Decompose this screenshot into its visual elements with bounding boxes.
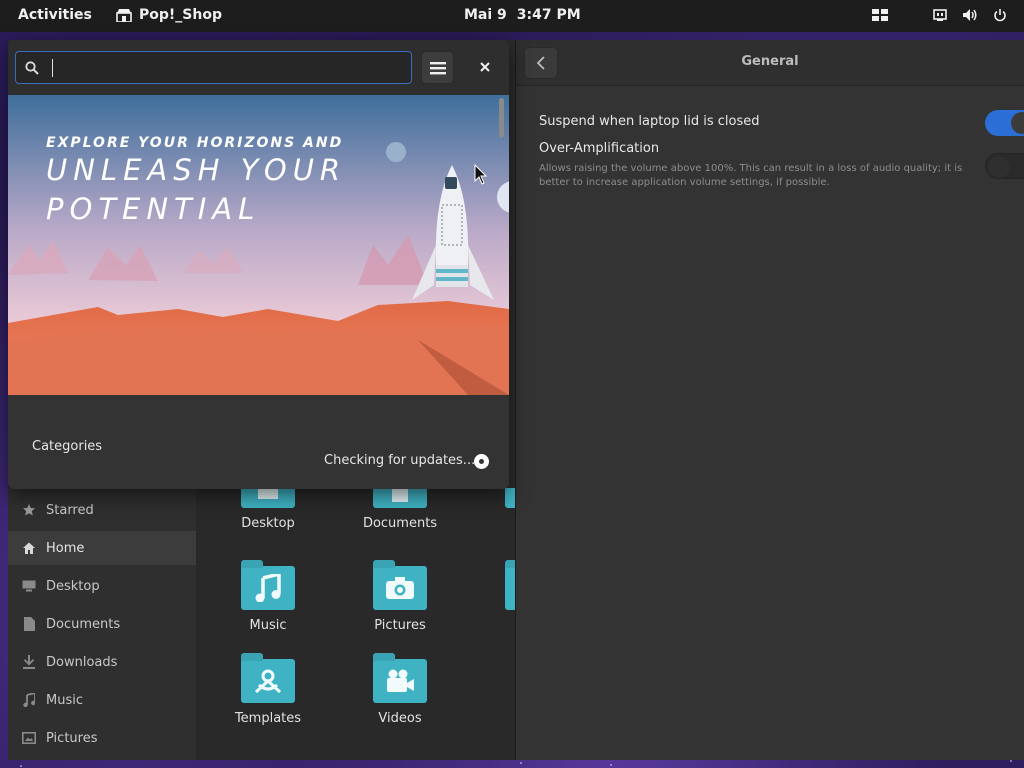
video-camera-icon <box>373 659 427 703</box>
search-text[interactable] <box>46 56 396 80</box>
shop-icon <box>116 8 132 23</box>
search-input[interactable] <box>15 51 412 84</box>
shop-header <box>8 40 509 95</box>
templates-icon <box>241 659 295 703</box>
top-panel: Activities Pop!_Shop Mai 9 3:47 PM <box>0 0 1024 32</box>
update-status-label: Checking for updates... <box>324 453 476 468</box>
download-icon <box>22 655 36 669</box>
sidebar-item-pictures[interactable]: Pictures <box>8 721 196 755</box>
home-icon <box>22 541 36 555</box>
suspend-lid-label: Suspend when laptop lid is closed <box>539 114 760 129</box>
sidebar-item-desktop[interactable]: Desktop <box>8 569 196 603</box>
files-sidebar: Starred Home Desktop Documents Downloads… <box>8 488 196 760</box>
search-icon <box>25 60 39 79</box>
folder-public[interactable] <box>482 560 515 618</box>
close-button[interactable] <box>474 56 496 78</box>
sidebar-item-starred[interactable]: Starred <box>8 493 196 527</box>
suspend-lid-toggle[interactable] <box>985 110 1024 136</box>
folder-pictures[interactable]: Pictures <box>350 560 450 633</box>
folder-music[interactable]: Music <box>218 560 318 633</box>
sidebar-item-downloads[interactable]: Downloads <box>8 645 196 679</box>
camera-icon <box>373 566 427 610</box>
sidebar-item-documents[interactable]: Documents <box>8 607 196 641</box>
close-icon <box>480 62 490 72</box>
desktop-icon <box>22 579 36 593</box>
picture-icon <box>22 731 36 745</box>
power-icon[interactable] <box>992 7 1008 23</box>
settings-header: General <box>516 40 1024 86</box>
clock[interactable]: Mai 9 3:47 PM <box>464 7 581 23</box>
files-grid: Desktop Documents Do Music Pictures <box>196 488 515 760</box>
app-menu[interactable]: Pop!_Shop <box>116 7 222 23</box>
folder-videos[interactable]: Videos <box>350 653 450 726</box>
over-amplification-description: Allows raising the volume above 100%. Th… <box>539 163 963 188</box>
document-icon <box>22 617 36 631</box>
loading-spinner-icon <box>474 454 489 469</box>
workspaces-icon[interactable] <box>872 7 888 23</box>
star-icon <box>22 503 36 517</box>
pop-shop-window: EXPLORE YOUR HORIZONS AND UNLEASH YOUR P… <box>8 40 509 489</box>
over-amplification-toggle[interactable] <box>985 153 1024 179</box>
clock-time: 3:47 PM <box>516 7 581 23</box>
hamburger-menu-button[interactable] <box>421 51 454 84</box>
app-name: Pop!_Shop <box>139 7 222 23</box>
system-tray <box>872 7 1008 23</box>
banner-title-line1: UNLEASH YOUR <box>46 153 347 187</box>
categories-heading: Categories <box>32 439 103 454</box>
music-icon <box>241 566 295 610</box>
activities-button[interactable]: Activities <box>18 7 92 23</box>
settings-window: General Suspend when laptop lid is close… <box>515 40 1024 760</box>
music-icon <box>22 693 36 707</box>
folder-desktop[interactable]: Desktop <box>218 488 318 531</box>
scrollbar[interactable] <box>499 98 504 138</box>
folder-downloads[interactable]: Do <box>482 488 515 531</box>
banner-title-line2: POTENTIAL <box>46 192 261 226</box>
volume-icon[interactable] <box>962 7 978 23</box>
sidebar-item-home[interactable]: Home <box>8 531 196 565</box>
over-amplification-label: Over-Amplification <box>539 141 660 156</box>
text-caret <box>52 59 53 77</box>
settings-title: General <box>741 54 799 69</box>
folder-templates[interactable]: Templates <box>218 653 318 726</box>
folder-documents[interactable]: Documents <box>350 488 450 531</box>
clock-date: Mai 9 <box>464 7 507 23</box>
network-icon[interactable] <box>932 7 948 23</box>
menu-icon <box>429 61 446 74</box>
sidebar-item-music[interactable]: Music <box>8 683 196 717</box>
featured-banner[interactable]: EXPLORE YOUR HORIZONS AND UNLEASH YOUR P… <box>8 95 509 395</box>
banner-headline: EXPLORE YOUR HORIZONS AND <box>46 135 344 151</box>
